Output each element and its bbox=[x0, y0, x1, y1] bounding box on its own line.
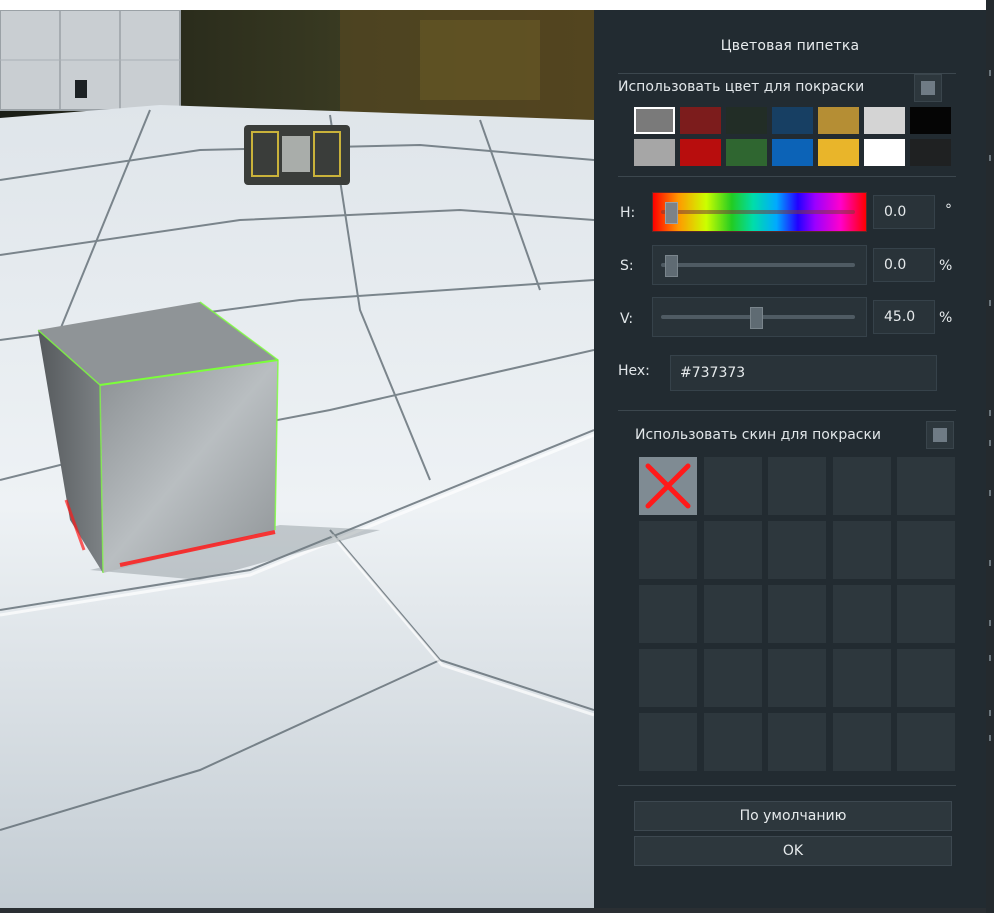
edge-mark bbox=[989, 490, 991, 496]
hue-value-input[interactable]: 0.0 bbox=[873, 195, 935, 229]
use-color-checkbox[interactable] bbox=[914, 74, 942, 102]
skin-slot[interactable] bbox=[832, 585, 891, 643]
skin-slot[interactable] bbox=[703, 585, 762, 643]
saturation-value-input[interactable]: 0.0 bbox=[873, 248, 935, 282]
color-swatch[interactable] bbox=[864, 139, 905, 166]
saturation-unit: % bbox=[939, 258, 953, 274]
color-swatch[interactable] bbox=[910, 139, 951, 166]
skin-slot[interactable] bbox=[639, 457, 697, 515]
skin-slot[interactable] bbox=[768, 457, 826, 515]
supply-crate bbox=[244, 125, 350, 185]
edge-mark bbox=[989, 300, 991, 306]
background-window-edge bbox=[986, 0, 994, 913]
color-swatch[interactable] bbox=[818, 107, 859, 134]
edge-mark bbox=[989, 70, 991, 76]
divider bbox=[618, 410, 956, 411]
skin-slot[interactable] bbox=[703, 713, 762, 771]
skin-slot[interactable] bbox=[832, 457, 891, 515]
skin-slot[interactable] bbox=[832, 713, 891, 771]
use-color-label: Использовать цвет для покраски bbox=[618, 79, 865, 95]
hue-label: H: bbox=[620, 205, 636, 221]
skin-slot[interactable] bbox=[703, 457, 762, 515]
hue-unit: ° bbox=[945, 202, 952, 218]
edge-mark bbox=[989, 410, 991, 416]
value-slider-thumb[interactable] bbox=[749, 307, 763, 329]
use-skin-checkbox[interactable] bbox=[926, 421, 954, 449]
skin-slot[interactable] bbox=[768, 649, 826, 707]
saturation-slider-thumb[interactable] bbox=[665, 255, 678, 277]
red-cross-icon bbox=[645, 463, 691, 509]
value-label: V: bbox=[620, 311, 634, 327]
divider bbox=[618, 176, 956, 177]
skin-grid bbox=[639, 457, 959, 773]
skin-slot[interactable] bbox=[639, 585, 697, 643]
color-swatch[interactable] bbox=[772, 107, 813, 134]
value-unit: % bbox=[939, 310, 953, 326]
skin-slot[interactable] bbox=[703, 649, 762, 707]
hue-slider-thumb[interactable] bbox=[665, 202, 678, 224]
color-swatch[interactable] bbox=[726, 107, 767, 134]
color-swatch[interactable] bbox=[680, 139, 721, 166]
skin-slot[interactable] bbox=[639, 649, 697, 707]
skin-slot[interactable] bbox=[897, 585, 955, 643]
skin-slot[interactable] bbox=[768, 585, 826, 643]
color-picker-panel: Цветовая пипетка Использовать цвет для п… bbox=[594, 10, 986, 908]
skin-slot[interactable] bbox=[832, 649, 891, 707]
bottom-status-strip bbox=[0, 908, 994, 913]
edge-mark bbox=[989, 710, 991, 716]
color-swatch[interactable] bbox=[680, 107, 721, 134]
skin-slot[interactable] bbox=[768, 521, 826, 579]
ok-button[interactable]: OK bbox=[634, 836, 952, 866]
game-scene bbox=[0, 10, 594, 908]
hue-slider[interactable] bbox=[652, 192, 867, 232]
skin-slot[interactable] bbox=[897, 521, 955, 579]
skin-slot[interactable] bbox=[768, 713, 826, 771]
color-swatches bbox=[634, 107, 952, 169]
color-swatch[interactable] bbox=[864, 107, 905, 134]
skin-slot[interactable] bbox=[897, 649, 955, 707]
skin-slot[interactable] bbox=[639, 521, 697, 579]
skin-slot[interactable] bbox=[639, 713, 697, 771]
edge-mark bbox=[989, 655, 991, 661]
hex-label: Hex: bbox=[618, 363, 650, 379]
color-swatch[interactable] bbox=[634, 107, 675, 134]
panel-title: Цветовая пипетка bbox=[720, 38, 860, 54]
edge-mark bbox=[989, 155, 991, 161]
color-swatch[interactable] bbox=[634, 139, 675, 166]
default-button[interactable]: По умолчанию bbox=[634, 801, 952, 831]
skin-slot[interactable] bbox=[897, 457, 955, 515]
saturation-label: S: bbox=[620, 258, 634, 274]
skin-slot[interactable] bbox=[897, 713, 955, 771]
divider bbox=[618, 73, 956, 74]
edge-mark bbox=[989, 560, 991, 566]
skin-slot[interactable] bbox=[832, 521, 891, 579]
game-viewport[interactable] bbox=[0, 10, 594, 908]
saturation-slider[interactable] bbox=[652, 245, 867, 285]
color-swatch[interactable] bbox=[818, 139, 859, 166]
value-value-input[interactable]: 45.0 bbox=[873, 300, 935, 334]
edge-mark bbox=[989, 440, 991, 446]
value-slider[interactable] bbox=[652, 297, 867, 337]
edge-mark bbox=[989, 735, 991, 741]
color-swatch[interactable] bbox=[910, 107, 951, 134]
use-skin-label: Использовать скин для покраски bbox=[635, 427, 882, 443]
color-swatch[interactable] bbox=[772, 139, 813, 166]
edge-mark bbox=[989, 620, 991, 626]
color-swatch[interactable] bbox=[726, 139, 767, 166]
divider bbox=[618, 785, 956, 786]
hex-input[interactable]: #737373 bbox=[670, 355, 937, 391]
skin-slot[interactable] bbox=[703, 521, 762, 579]
